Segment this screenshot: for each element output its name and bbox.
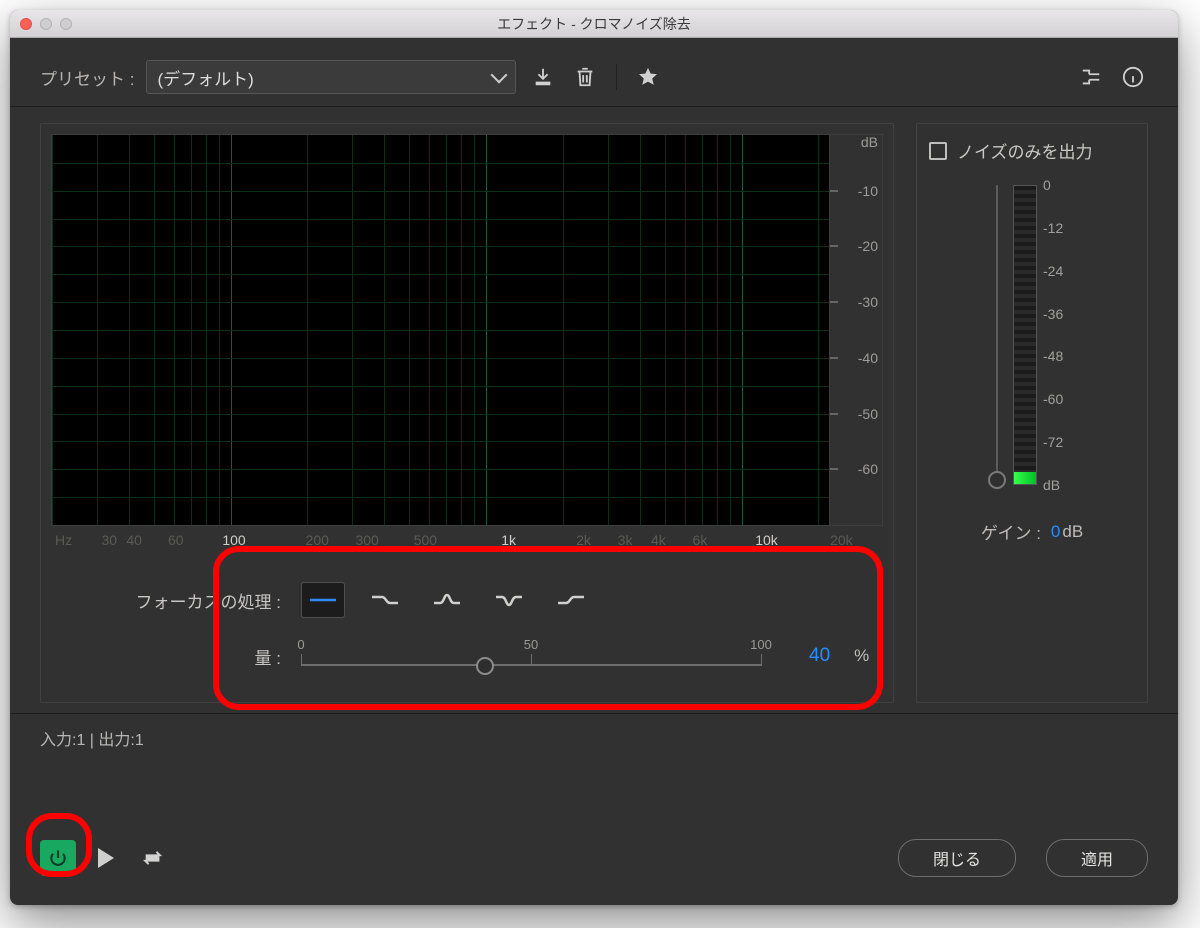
gain-slider[interactable]	[987, 185, 1007, 495]
chevron-down-icon	[491, 67, 508, 84]
gain-panel: ノイズのみを出力 0-12-24-36-48-60-72dB ゲイン : 0dB	[916, 123, 1148, 703]
db-tick: -10	[858, 183, 878, 199]
play-button[interactable]	[98, 848, 114, 868]
hz-tick: 20k	[830, 532, 853, 548]
db-scale: dB -10 -20 -30 -40 -50 -60	[829, 134, 883, 526]
db-unit: dB	[861, 134, 878, 150]
meter-tick: 0	[1043, 177, 1051, 193]
amount-scale-tick: 50	[524, 637, 538, 652]
gain-readout: ゲイン : 0dB	[981, 519, 1083, 544]
focus-label: フォーカスの処理 :	[111, 588, 281, 613]
db-tick: -30	[858, 294, 878, 310]
info-icon[interactable]	[1118, 63, 1148, 91]
gain-value[interactable]: 0	[1051, 522, 1060, 541]
spectrum-graph[interactable]	[51, 134, 829, 526]
amount-label: 量 :	[111, 644, 281, 669]
meter-fill	[1014, 472, 1036, 484]
toolbar-divider	[616, 64, 617, 90]
hz-unit: Hz	[55, 532, 72, 548]
hz-tick: 2k	[576, 532, 591, 548]
amount-slider[interactable]: 050100	[301, 636, 761, 676]
delete-preset-button[interactable]	[570, 63, 600, 91]
favorite-button[interactable]	[633, 63, 663, 91]
noise-only-checkbox[interactable]	[929, 142, 947, 160]
db-tick: -40	[858, 350, 878, 366]
gain-label: ゲイン :	[981, 519, 1041, 544]
level-meter	[1013, 185, 1037, 485]
focus-row: フォーカスの処理 :	[51, 582, 883, 618]
meter-tick: -12	[1043, 220, 1063, 236]
meter-scale: 0-12-24-36-48-60-72dB	[1043, 185, 1077, 485]
hz-tick: 4k	[651, 532, 666, 548]
separator	[10, 713, 1178, 714]
meter-tick: -48	[1043, 348, 1063, 364]
highlight-controls	[213, 546, 883, 710]
window-title: エフェクト - クロマノイズ除去	[10, 14, 1178, 34]
focus-option-peak[interactable]	[425, 582, 469, 618]
focus-option-flat[interactable]	[301, 582, 345, 618]
hz-tick: 1k	[501, 532, 516, 548]
spectrum-panel: dB -10 -20 -30 -40 -50 -60 Hz 30 40 60 100 200 300…	[40, 123, 894, 703]
main-row: dB -10 -20 -30 -40 -50 -60 Hz 30 40 60 100 200 300…	[40, 123, 1148, 703]
db-tick: -50	[858, 406, 878, 422]
meter-tick: -36	[1043, 306, 1063, 322]
focus-option-notch[interactable]	[487, 582, 531, 618]
amount-scale-tick: 0	[297, 637, 304, 652]
db-tick: -20	[858, 238, 878, 254]
hz-tick: 30	[101, 532, 117, 548]
db-tick: -60	[858, 461, 878, 477]
io-readout: 入力:1 | 出力:1	[40, 726, 1148, 750]
gain-slider-knob[interactable]	[988, 471, 1006, 489]
hz-tick: 6k	[693, 532, 708, 548]
amount-slider-knob[interactable]	[476, 657, 494, 675]
controls-panel: フォーカスの処理 : 量 : 050100 40%	[51, 564, 883, 694]
amount-value[interactable]: 40	[809, 645, 830, 667]
preset-dropdown[interactable]: (デフォルト)	[146, 60, 516, 94]
meter-area: 0-12-24-36-48-60-72dB	[987, 185, 1077, 495]
save-preset-button[interactable]	[528, 63, 558, 91]
hz-tick: 200	[306, 532, 329, 548]
meter-tick: dB	[1043, 477, 1060, 493]
gain-unit: dB	[1062, 522, 1083, 541]
hz-scale: Hz 30 40 60 100 200 300 500 1k 2k 3k 4k 6k 10k 20k	[51, 532, 883, 552]
hz-tick: 100	[222, 532, 245, 548]
hz-tick: 10k	[755, 532, 778, 548]
effect-window: エフェクト - クロマノイズ除去 プリセット : (デフォルト)	[10, 10, 1178, 905]
hz-tick: 40	[126, 532, 142, 548]
hz-tick: 300	[355, 532, 378, 548]
footer: 閉じる 適用	[10, 839, 1178, 905]
content: dB -10 -20 -30 -40 -50 -60 Hz 30 40 60 100 200 300…	[10, 107, 1178, 839]
amount-scale-tick: 100	[750, 637, 772, 652]
meter-tick: -24	[1043, 263, 1063, 279]
hz-tick: 500	[414, 532, 437, 548]
toolbar: プリセット : (デフォルト)	[10, 38, 1178, 107]
meter-tick: -72	[1043, 434, 1063, 450]
amount-unit: %	[854, 646, 869, 666]
titlebar: エフェクト - クロマノイズ除去	[10, 10, 1178, 38]
power-button[interactable]	[40, 840, 76, 876]
meter-tick: -60	[1043, 391, 1063, 407]
routing-icon[interactable]	[1076, 63, 1106, 91]
noise-only-row[interactable]: ノイズのみを出力	[929, 138, 1093, 163]
noise-only-label: ノイズのみを出力	[957, 138, 1093, 163]
focus-option-shelf-high[interactable]	[549, 582, 593, 618]
focus-option-shelf-low[interactable]	[363, 582, 407, 618]
preset-value: (デフォルト)	[157, 65, 253, 90]
focus-options	[301, 582, 593, 618]
loop-button[interactable]	[138, 844, 168, 872]
hz-tick: 60	[168, 532, 184, 548]
hz-tick: 3k	[618, 532, 633, 548]
preset-label: プリセット :	[40, 65, 134, 90]
close-button[interactable]: 閉じる	[898, 839, 1016, 877]
amount-row: 量 : 050100 40%	[51, 636, 883, 676]
apply-button[interactable]: 適用	[1046, 839, 1148, 877]
